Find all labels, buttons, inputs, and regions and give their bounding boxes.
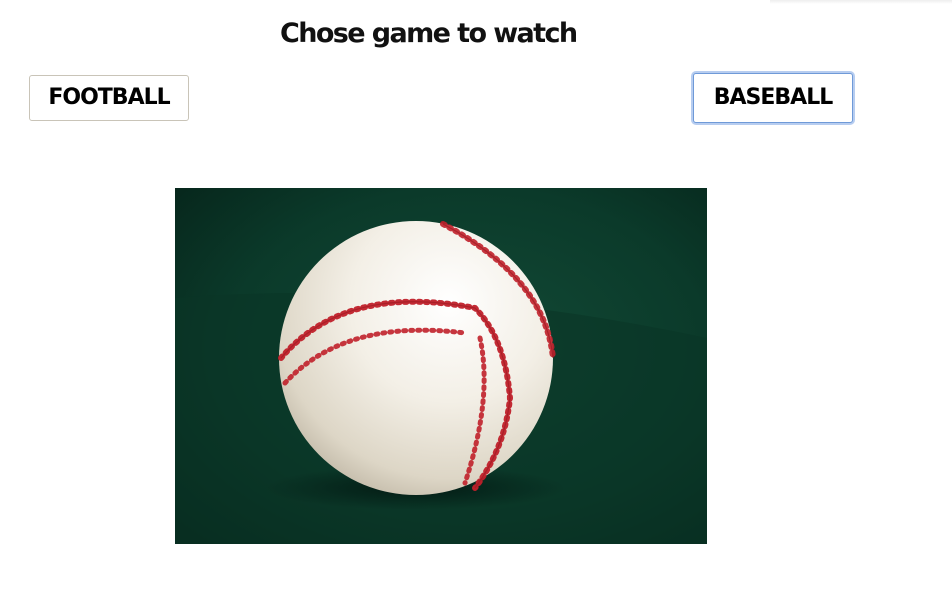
baseball-photo <box>175 188 707 544</box>
page-title: Chose game to watch <box>280 18 578 49</box>
window-edge-shadow <box>770 0 952 4</box>
baseball-button[interactable]: BASEBALL <box>693 73 853 123</box>
baseball-image <box>175 188 707 544</box>
football-button[interactable]: FOOTBALL <box>29 75 189 121</box>
